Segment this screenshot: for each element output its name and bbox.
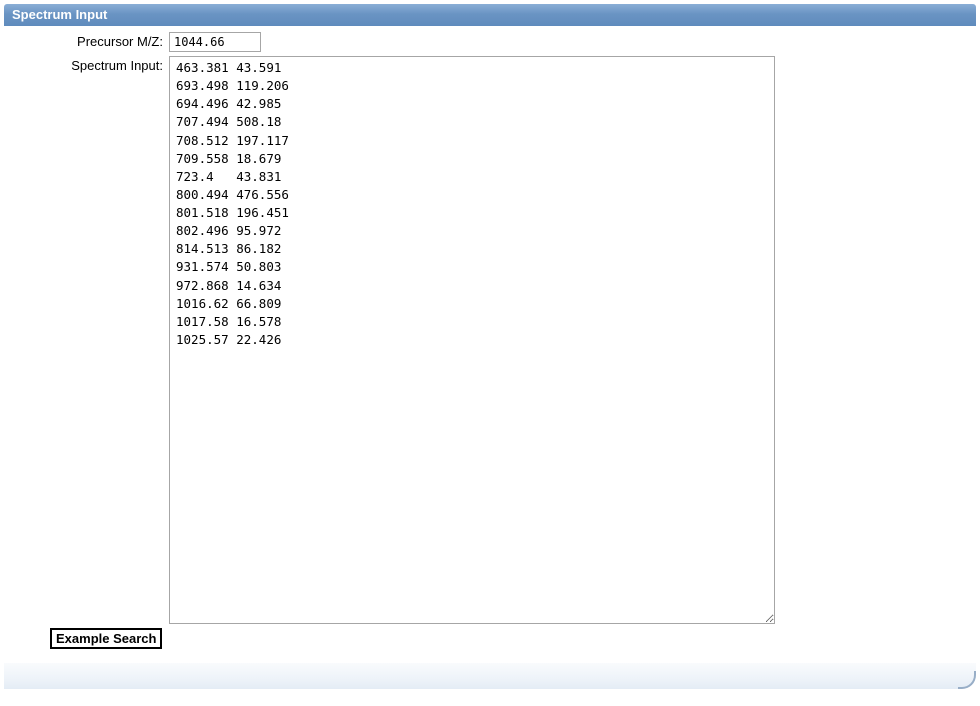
form-body: Precursor M/Z: Spectrum Input: Example S… xyxy=(4,26,976,653)
spectrum-input-panel: Spectrum Input Precursor M/Z: Spectrum I… xyxy=(4,4,976,653)
precursor-mz-input[interactable] xyxy=(169,32,261,52)
footer-bar xyxy=(4,663,976,689)
example-search-button[interactable]: Example Search xyxy=(50,628,162,649)
precursor-row: Precursor M/Z: xyxy=(4,32,976,52)
spectrum-input-textarea[interactable] xyxy=(169,56,775,624)
button-row: Example Search xyxy=(4,628,976,649)
spectrum-label: Spectrum Input: xyxy=(4,56,169,73)
panel-title: Spectrum Input xyxy=(4,4,976,26)
spectrum-row: Spectrum Input: xyxy=(4,56,976,624)
precursor-label: Precursor M/Z: xyxy=(4,32,169,49)
